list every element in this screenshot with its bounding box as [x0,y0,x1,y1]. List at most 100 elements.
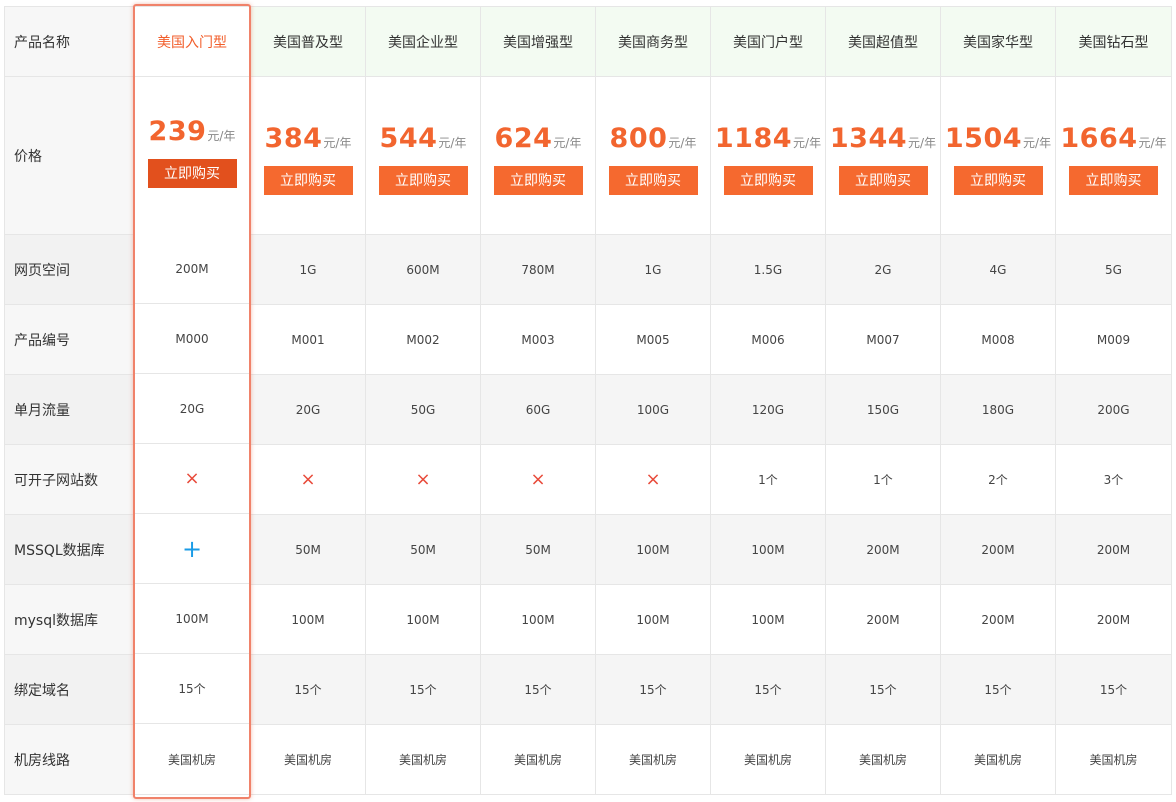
spec-cell: × [251,445,366,515]
spec-cell: 50G [366,375,481,445]
price-cell-0: 239 元/年 立即购买 [134,77,251,235]
spec-cell: 15个 [941,655,1056,725]
spec-cell: 美国机房 [711,725,826,795]
plan-name-2: 美国企业型 [366,6,481,77]
plan-name-5: 美国门户型 [711,6,826,77]
buy-button-5[interactable]: 立即购买 [723,165,813,195]
price-cell-7: 1504 元/年 立即购买 [941,77,1056,235]
spec-cell: 200M [826,515,941,585]
price-row: 价格 239 元/年 立即购买 384 元/年 立即购买 544 元/年 立即购… [4,77,1172,235]
price-line: 544 元/年 [380,123,467,154]
price-value: 239 [148,115,207,147]
spec-cell: 15个 [251,655,366,725]
spec-cell: 200M [134,234,251,304]
spec-cell: M000 [134,304,251,374]
spec-cell: 200M [941,585,1056,655]
spec-row-mysql: mysql数据库 100M 100M 100M 100M 100M 100M 2… [4,584,1172,655]
spec-cell: M007 [826,305,941,375]
price-line: 384 元/年 [265,123,352,154]
row-label-subsites: 可开子网站数 [4,445,134,515]
cross-icon: × [645,468,661,490]
spec-row-monthly-traffic: 单月流量 20G 20G 50G 60G 100G 120G 150G 180G… [4,374,1172,445]
price-unit: 元/年 [1023,135,1052,150]
spec-cell: 1G [251,235,366,305]
row-label-product-name: 产品名称 [4,6,134,77]
spec-cell: 美国机房 [134,725,251,795]
price-cell-6: 1344 元/年 立即购买 [826,77,941,235]
spec-cell: 美国机房 [366,725,481,795]
buy-button-6[interactable]: 立即购买 [838,165,928,195]
spec-cell: 15个 [826,655,941,725]
price-line: 1664 元/年 [1060,123,1166,154]
price-unit: 元/年 [668,135,697,150]
price-value: 1504 [944,122,1023,154]
plan-name-7: 美国家华型 [941,6,1056,77]
price-unit: 元/年 [1138,135,1167,150]
spec-cell: 100M [366,585,481,655]
spec-cell: 60G [481,375,596,445]
price-unit: 元/年 [323,135,352,150]
spec-cell: M001 [251,305,366,375]
cross-icon: × [415,468,431,490]
spec-cell: × [596,445,711,515]
spec-cell: M002 [366,305,481,375]
buy-button-1[interactable]: 立即购买 [263,165,353,195]
cross-icon: × [530,468,546,490]
buy-button-4[interactable]: 立即购买 [608,165,698,195]
spec-cell: 600M [366,235,481,305]
buy-button-0[interactable]: 立即购买 [147,158,237,188]
row-label-product-code: 产品编号 [4,305,134,375]
spec-cell: × [481,445,596,515]
spec-cell: 120G [711,375,826,445]
price-value: 1184 [714,122,793,154]
row-label-mssql: MSSQL数据库 [4,515,134,585]
plus-icon: + [181,534,203,563]
spec-cell: 美国机房 [596,725,711,795]
plan-name-6: 美国超值型 [826,6,941,77]
price-unit: 元/年 [908,135,937,150]
price-cell-4: 800 元/年 立即购买 [596,77,711,235]
spec-cell: 1G [596,235,711,305]
spec-cell: 100M [596,515,711,585]
spec-cell: 1个 [826,445,941,515]
spec-cell: 美国机房 [1056,725,1172,795]
row-label-monthly-traffic: 单月流量 [4,375,134,445]
price-value: 624 [494,122,553,154]
price-cell-8: 1664 元/年 立即购买 [1056,77,1172,235]
price-unit: 元/年 [207,128,236,143]
price-value: 384 [264,122,323,154]
spec-cell: + [134,514,251,584]
buy-button-8[interactable]: 立即购买 [1069,165,1158,195]
buy-button-3[interactable]: 立即购买 [493,165,583,195]
spec-cell: 100G [596,375,711,445]
plan-name-3: 美国增强型 [481,6,596,77]
spec-cell: 15个 [711,655,826,725]
price-line: 800 元/年 [610,123,697,154]
spec-cell: 100M [596,585,711,655]
spec-cell: 200M [1056,515,1172,585]
price-line: 1344 元/年 [830,123,936,154]
price-line: 624 元/年 [495,123,582,154]
price-line: 1504 元/年 [945,123,1051,154]
price-cell-5: 1184 元/年 立即购买 [711,77,826,235]
spec-cell: 15个 [1056,655,1172,725]
spec-cell: 100M [481,585,596,655]
spec-cell: 15个 [481,655,596,725]
cross-icon: × [300,468,316,490]
row-label-mysql: mysql数据库 [4,585,134,655]
plan-name-1: 美国普及型 [251,6,366,77]
spec-cell: 1.5G [711,235,826,305]
buy-button-2[interactable]: 立即购买 [378,165,468,195]
spec-cell: × [366,445,481,515]
spec-cell: 100M [711,585,826,655]
spec-cell: M008 [941,305,1056,375]
spec-cell: 200M [1056,585,1172,655]
spec-cell: 美国机房 [941,725,1056,795]
spec-cell: 2个 [941,445,1056,515]
spec-cell: 200M [941,515,1056,585]
row-label-datacenter: 机房线路 [4,725,134,795]
spec-cell: 15个 [134,654,251,724]
buy-button-7[interactable]: 立即购买 [953,165,1043,195]
price-unit: 元/年 [553,135,582,150]
spec-cell: 200G [1056,375,1172,445]
